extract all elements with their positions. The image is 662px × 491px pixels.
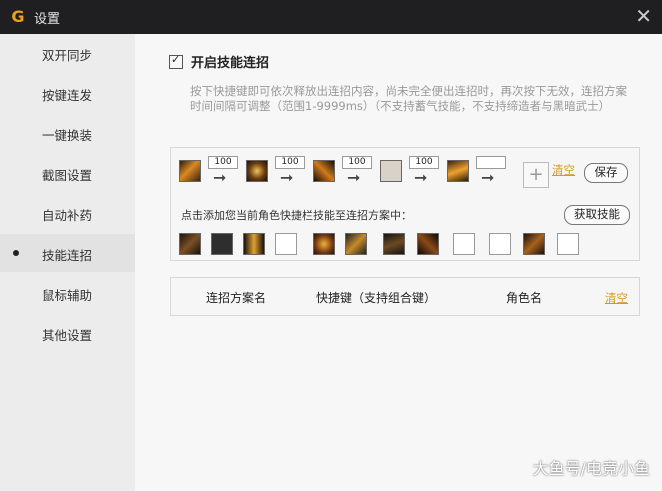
palette-skill[interactable] — [211, 233, 233, 255]
sidebar-item-label: 双开同步 — [42, 48, 93, 63]
sidebar-item-label: 技能连招 — [42, 248, 93, 263]
arrow-right-icon: ➞ — [347, 168, 361, 187]
palette-skill[interactable] — [313, 233, 335, 255]
sidebar-item-key-repeat[interactable]: 按键连发 — [0, 74, 135, 112]
combo-plan-table: 连招方案名 快捷键（支持组合键） 角色名 清空 — [170, 277, 640, 316]
arrow-right-icon: ➞ — [280, 168, 294, 187]
sidebar-item-label: 按键连发 — [42, 88, 93, 103]
sidebar-item-dual-sync[interactable]: 双开同步 — [0, 34, 135, 72]
palette-skill-placeholder[interactable] — [489, 233, 511, 255]
column-header-role-name: 角色名 — [506, 291, 543, 305]
active-indicator — [13, 250, 19, 256]
sequence-skill-slot[interactable] — [246, 160, 268, 182]
watermark: 大鱼号/电竞小鱼 — [532, 459, 650, 478]
palette-skill-placeholder[interactable] — [453, 233, 475, 255]
window-title: 设置 — [34, 12, 61, 27]
sidebar-item-mouse-assist[interactable]: 鼠标辅助 — [0, 274, 135, 312]
enable-combo-row[interactable]: 开启技能连招 — [169, 52, 269, 71]
title-bar: G 设置 ✕ — [0, 0, 662, 34]
palette-skill[interactable] — [417, 233, 439, 255]
palette-skill[interactable] — [345, 233, 367, 255]
combo-description: 按下快捷键即可依次释放出连招内容，尚未完全便出连招时，再次按下无效，连招方案时间… — [190, 84, 627, 113]
sidebar-item-quick-equip[interactable]: 一键换装 — [0, 114, 135, 152]
enable-combo-label: 开启技能连招 — [191, 56, 270, 71]
column-header-plan-name: 连招方案名 — [206, 291, 267, 305]
enable-combo-checkbox[interactable] — [169, 53, 183, 69]
palette-skill-placeholder[interactable] — [275, 233, 297, 255]
fetch-skills-button[interactable]: 获取技能 — [564, 205, 630, 225]
add-skill-button[interactable]: + — [523, 162, 549, 188]
clear-plans-link[interactable]: 清空 — [605, 290, 628, 306]
column-header-hotkey: 快捷键（支持组合键） — [316, 291, 437, 305]
clear-sequence-link[interactable]: 清空 — [552, 162, 575, 178]
sidebar-item-label: 自动补药 — [42, 208, 93, 223]
palette-skill[interactable] — [523, 233, 545, 255]
close-icon[interactable]: ✕ — [635, 4, 652, 28]
sequence-skill-slot[interactable] — [447, 160, 469, 182]
sidebar-item-label: 鼠标辅助 — [42, 288, 93, 303]
sidebar-item-skill-combo[interactable]: 技能连招 — [0, 234, 135, 272]
sidebar-item-label: 截图设置 — [42, 168, 93, 183]
arrow-right-icon: ➞ — [213, 168, 227, 187]
sequence-skill-slot[interactable] — [179, 160, 201, 182]
palette-skill[interactable] — [179, 233, 201, 255]
arrow-right-icon: ➞ — [481, 168, 495, 187]
palette-skill-placeholder[interactable] — [557, 233, 579, 255]
sidebar-item-auto-potion[interactable]: 自动补药 — [0, 194, 135, 232]
main-panel: 开启技能连招 按下快捷键即可依次释放出连招内容，尚未完全便出连招时，再次按下无效… — [135, 34, 662, 491]
palette-hint: 点击添加您当前角色快捷栏技能至连招方案中： — [181, 209, 412, 222]
app-logo-icon: G — [11, 7, 25, 26]
sidebar-item-label: 其他设置 — [42, 328, 93, 343]
sequence-skill-slot[interactable] — [380, 160, 402, 182]
palette-skill[interactable] — [243, 233, 265, 255]
combo-editor: 100 ➞ 100 ➞ 100 ➞ 100 ➞ ➞ + 清空 保存 点击添加您当… — [170, 147, 640, 261]
sidebar-item-other-settings[interactable]: 其他设置 — [0, 314, 135, 352]
sequence-skill-slot[interactable] — [313, 160, 335, 182]
sidebar: 双开同步 按键连发 一键换装 截图设置 自动补药 技能连招 鼠标辅助 其他设置 — [0, 34, 135, 491]
palette-skill[interactable] — [383, 233, 405, 255]
save-button[interactable]: 保存 — [584, 163, 628, 183]
sidebar-item-label: 一键换装 — [42, 128, 93, 143]
sidebar-item-screenshot[interactable]: 截图设置 — [0, 154, 135, 192]
arrow-right-icon: ➞ — [414, 168, 428, 187]
